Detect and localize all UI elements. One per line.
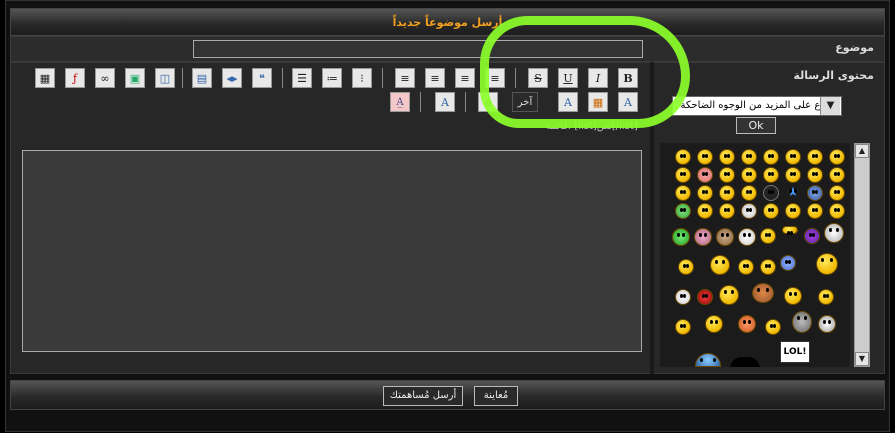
smiley-icon[interactable] bbox=[829, 203, 845, 219]
subject-label: موضوع bbox=[835, 41, 874, 54]
preview-button[interactable]: مُعاينة bbox=[474, 386, 518, 406]
smiley-icon[interactable] bbox=[675, 167, 691, 183]
smiley-icon[interactable] bbox=[765, 319, 781, 335]
justify-icon[interactable]: ≡ bbox=[395, 68, 415, 88]
smiley-icon[interactable] bbox=[760, 228, 776, 244]
align-right-icon[interactable]: ≡ bbox=[425, 68, 445, 88]
smiley-icon[interactable] bbox=[829, 167, 845, 183]
clear-format-icon[interactable]: A̲ bbox=[390, 92, 410, 112]
lol-sign-icon[interactable]: LOL! bbox=[780, 341, 810, 363]
reindeer-icon[interactable] bbox=[752, 283, 774, 303]
scroll-up-icon[interactable]: ▲ bbox=[855, 144, 869, 158]
toolbar-divider bbox=[182, 68, 183, 88]
smiley-icon[interactable] bbox=[785, 203, 801, 219]
pharaoh-smiley-icon[interactable] bbox=[784, 287, 802, 305]
form-title: أرسل موضوعاً جديداً bbox=[10, 8, 885, 36]
reading-smiley-icon[interactable] bbox=[792, 311, 812, 333]
smiley-icon[interactable] bbox=[697, 185, 713, 201]
smiley-icon[interactable] bbox=[818, 289, 834, 305]
smiley-icon[interactable] bbox=[741, 167, 757, 183]
toolbar-divider bbox=[420, 92, 421, 112]
font-size-icon[interactable]: A bbox=[435, 92, 455, 112]
smiley-icon[interactable] bbox=[824, 223, 844, 243]
smiley-icon[interactable] bbox=[763, 185, 779, 201]
message-label: محتوى الرسالة bbox=[793, 69, 874, 82]
smiley-icon[interactable] bbox=[719, 167, 735, 183]
sleepy-smiley-icon[interactable] bbox=[780, 255, 796, 271]
smiley-icon[interactable] bbox=[763, 167, 779, 183]
alien-icon[interactable] bbox=[672, 228, 690, 246]
link-icon[interactable]: ∞ bbox=[95, 68, 115, 88]
image-icon[interactable]: ▣ bbox=[125, 68, 145, 88]
smiley-icon[interactable] bbox=[829, 185, 845, 201]
smiley-icon[interactable] bbox=[675, 185, 691, 201]
code-icon[interactable]: ◂▸ bbox=[222, 68, 242, 88]
santa-smiley-icon[interactable] bbox=[719, 285, 739, 305]
smiley-icon[interactable] bbox=[710, 255, 730, 275]
smiley-icon[interactable] bbox=[697, 149, 713, 165]
horizontal-line-icon[interactable]: ☰ bbox=[292, 68, 312, 88]
align-center-icon[interactable]: ≡ bbox=[455, 68, 475, 88]
table-icon[interactable]: ▤ bbox=[192, 68, 212, 88]
cherry-icon[interactable] bbox=[697, 289, 713, 305]
king-smiley-icon[interactable] bbox=[675, 319, 691, 335]
smiley-icon[interactable] bbox=[763, 203, 779, 219]
smiley-icon[interactable] bbox=[818, 315, 836, 333]
smiley-icon[interactable] bbox=[785, 149, 801, 165]
smiley-icon[interactable] bbox=[829, 149, 845, 165]
smiley-icon[interactable] bbox=[675, 149, 691, 165]
sun-smiley-icon[interactable] bbox=[816, 253, 838, 275]
green-highlight-annotation bbox=[480, 16, 690, 128]
smiley-icon[interactable] bbox=[719, 185, 735, 201]
quote-icon[interactable]: ❝ bbox=[252, 68, 272, 88]
subject-row: موضوع bbox=[10, 36, 885, 62]
smiley-icon[interactable] bbox=[785, 167, 801, 183]
host-image-icon[interactable]: ◫ bbox=[155, 68, 175, 88]
smiley-icon[interactable] bbox=[675, 203, 691, 219]
smiley-icon[interactable] bbox=[738, 259, 754, 275]
scroll-down-icon[interactable]: ▼ bbox=[855, 352, 869, 366]
jester-smiley-icon[interactable] bbox=[705, 315, 723, 333]
smiley-icon[interactable] bbox=[807, 203, 823, 219]
toolbar-divider bbox=[465, 92, 466, 112]
smiley-icon[interactable] bbox=[697, 203, 713, 219]
smiley-icon[interactable] bbox=[719, 203, 735, 219]
smilies-panel: ★ LOL! bbox=[660, 143, 850, 367]
smiley-icon[interactable] bbox=[694, 228, 712, 246]
smiley-icon[interactable] bbox=[807, 185, 823, 201]
smiley-icon[interactable] bbox=[763, 149, 779, 165]
smiley-icon[interactable] bbox=[716, 228, 734, 246]
smiley-icon[interactable] bbox=[730, 357, 760, 367]
ok-button[interactable]: Ok bbox=[736, 117, 776, 134]
smiley-icon[interactable] bbox=[741, 185, 757, 201]
smiley-icon[interactable] bbox=[697, 167, 713, 183]
smilies-select[interactable]: اطلاع على المزيد من الوجوه الضاحكة bbox=[672, 96, 842, 116]
smiley-icon[interactable] bbox=[741, 149, 757, 165]
bunny-icon[interactable] bbox=[675, 289, 691, 305]
smiley-icon[interactable] bbox=[807, 149, 823, 165]
toolbar-divider bbox=[282, 68, 283, 88]
submit-button[interactable]: أرسل مُساهمتك bbox=[383, 386, 463, 406]
smiley-icon[interactable] bbox=[695, 353, 721, 367]
chevron-down-icon[interactable]: ▼ bbox=[820, 97, 840, 115]
smiley-icon[interactable] bbox=[719, 149, 735, 165]
unordered-list-icon[interactable]: ⁝ bbox=[352, 68, 372, 88]
ordered-list-icon[interactable]: ≔ bbox=[322, 68, 342, 88]
smiley-icon[interactable] bbox=[741, 203, 757, 219]
star-icon[interactable]: ★ bbox=[785, 185, 801, 201]
smiley-icon[interactable] bbox=[782, 226, 798, 235]
smiley-icon[interactable] bbox=[760, 259, 776, 275]
smilies-scrollbar[interactable]: ▲ ▼ bbox=[854, 143, 870, 367]
smiley-icon[interactable] bbox=[738, 315, 756, 333]
message-textarea[interactable] bbox=[22, 150, 642, 352]
smiley-icon[interactable] bbox=[804, 228, 820, 244]
smiley-icon[interactable] bbox=[807, 167, 823, 183]
video-icon[interactable]: ▦ bbox=[35, 68, 55, 88]
smiley-icon[interactable] bbox=[678, 259, 694, 275]
toolbar-divider bbox=[382, 68, 383, 88]
flash-icon[interactable]: ƒ bbox=[65, 68, 85, 88]
smiley-icon[interactable] bbox=[738, 228, 756, 246]
